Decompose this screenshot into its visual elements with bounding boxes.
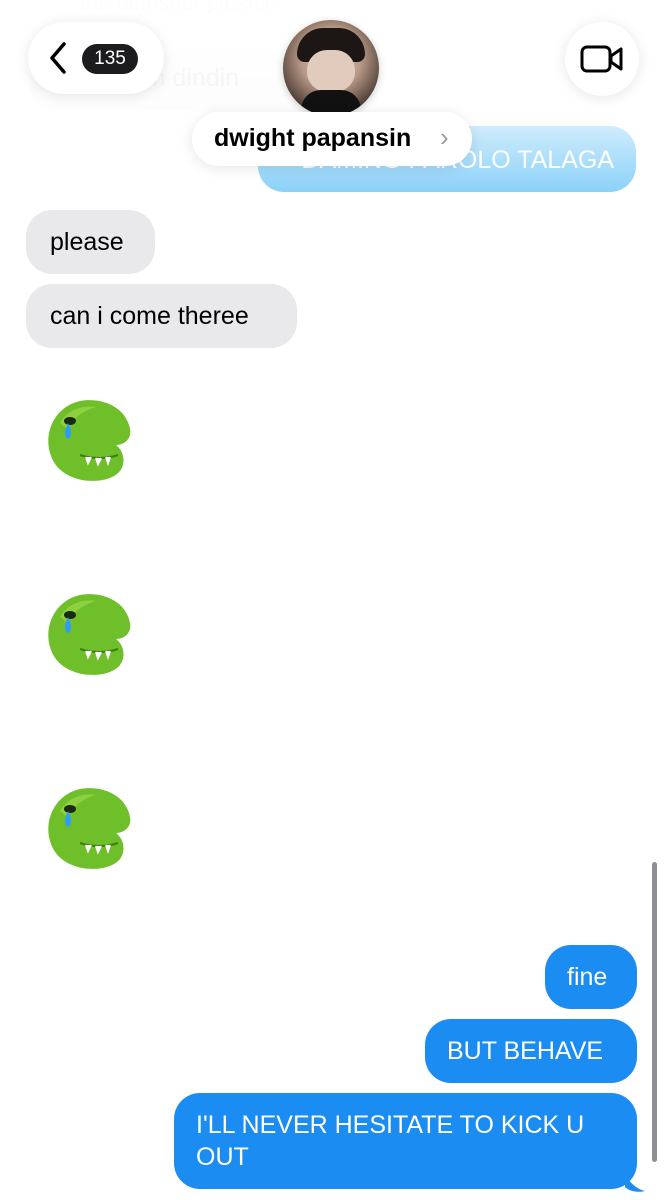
- sent-message-text: I'LL NEVER HESITATE TO KICK U OUT: [196, 1111, 585, 1171]
- faded-message-text: the dinosaur plushie: [80, 0, 277, 15]
- contact-name: dwight papansin: [214, 124, 412, 152]
- received-message[interactable]: please: [26, 210, 155, 274]
- chevron-right-icon: ›: [440, 122, 449, 152]
- video-call-button[interactable]: [565, 22, 639, 96]
- crying-dinosaur-sticker[interactable]: [40, 781, 136, 877]
- back-button[interactable]: 135: [28, 22, 164, 94]
- video-camera-icon: [580, 45, 623, 73]
- sent-message-text: fine: [567, 963, 608, 991]
- contact-name-button[interactable]: dwight papansin ›: [192, 112, 472, 166]
- chevron-left-icon: [50, 42, 66, 74]
- sent-message[interactable]: BUT BEHAVE: [425, 1019, 637, 1083]
- unread-count-badge: 135: [82, 44, 138, 74]
- received-message-text: can i come theree: [50, 302, 249, 330]
- bubble-tail: [625, 1173, 645, 1192]
- crying-dinosaur-sticker[interactable]: [40, 587, 136, 683]
- received-message-text: please: [50, 228, 124, 256]
- scrollbar[interactable]: [652, 862, 657, 1162]
- received-message[interactable]: can i come theree: [26, 284, 297, 348]
- sent-message[interactable]: fine: [545, 945, 637, 1009]
- avatar[interactable]: [283, 20, 379, 116]
- sent-message-text: BUT BEHAVE: [447, 1037, 604, 1065]
- crying-dinosaur-sticker[interactable]: [40, 393, 136, 489]
- sent-message[interactable]: I'LL NEVER HESITATE TO KICK U OUT: [174, 1093, 637, 1189]
